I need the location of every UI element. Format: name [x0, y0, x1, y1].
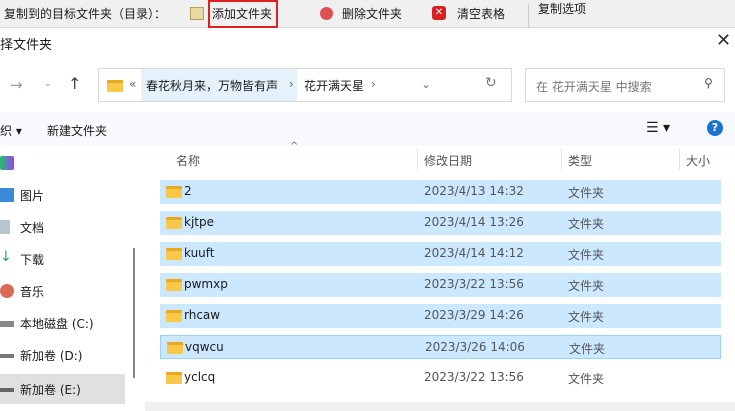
- nav-scrollbar[interactable]: [133, 248, 135, 378]
- file-row[interactable]: rhcaw 2023/3/29 14:26 文件夹: [160, 304, 721, 328]
- folder-icon: [166, 310, 182, 322]
- nav-item-drive-d[interactable]: 新加卷 (D:): [0, 342, 125, 368]
- search-icon: ⚲: [704, 76, 713, 90]
- folder-icon: [166, 279, 182, 291]
- app-logo-icon: [0, 156, 14, 170]
- file-name: rhcaw: [184, 308, 221, 322]
- file-type: 文件夹: [568, 186, 605, 200]
- drive-icon: [0, 321, 14, 327]
- new-folder-button[interactable]: 新建文件夹: [47, 122, 107, 139]
- file-type: 文件夹: [568, 310, 605, 324]
- nav-item-drive-c[interactable]: 本地磁盘 (C:): [0, 310, 125, 336]
- sort-arrow-icon: ^: [290, 141, 299, 152]
- file-type: 文件夹: [568, 279, 605, 293]
- file-row[interactable]: 2 2023/4/13 14:32 文件夹: [160, 180, 721, 204]
- documents-icon: [0, 220, 10, 234]
- file-date: 2023/4/13 14:32: [424, 184, 524, 198]
- command-bar: 织 ▾ 新建文件夹 ☰ ▾ ?: [0, 112, 735, 146]
- file-name: pwmxp: [184, 277, 228, 291]
- file-date: 2023/3/22 13:56: [424, 277, 524, 291]
- target-folder-label: 复制到的目标文件夹（目录）：: [4, 7, 167, 21]
- nav-item-downloads[interactable]: ↓ 下载: [0, 246, 125, 272]
- folder-icon: [166, 248, 182, 260]
- file-row[interactable]: pwmxp 2023/3/22 13:56 文件夹: [160, 273, 721, 297]
- file-name: yclcq: [184, 370, 216, 384]
- folder-icon: [166, 372, 182, 384]
- file-type: 文件夹: [569, 342, 606, 356]
- music-icon: [0, 284, 14, 298]
- folder-icon: [107, 80, 123, 92]
- file-name: kjtpe: [184, 215, 214, 229]
- recent-dropdown[interactable]: ⌄: [44, 79, 52, 89]
- file-row[interactable]: kjtpe 2023/4/14 13:26 文件夹: [160, 211, 721, 235]
- app-toolbar: 复制到的目标文件夹（目录）： 添加文件夹 删除文件夹 ✕ 清空表格 复制选项: [0, 0, 735, 28]
- file-type: 文件夹: [568, 217, 605, 231]
- file-name: vqwcu: [185, 340, 224, 354]
- organize-button[interactable]: 织 ▾: [0, 122, 22, 139]
- horizontal-scrollbar[interactable]: [145, 402, 735, 411]
- nav-item-drive-e[interactable]: 新加卷 (E:): [0, 374, 125, 404]
- pictures-icon: [0, 188, 14, 202]
- file-name: kuuft: [184, 246, 215, 260]
- address-dropdown[interactable]: ⌄: [421, 77, 431, 91]
- download-icon: ↓: [0, 249, 12, 265]
- add-folder-icon: [190, 7, 204, 20]
- column-size[interactable]: 大小: [686, 152, 710, 169]
- column-date[interactable]: 修改日期: [424, 152, 472, 169]
- delete-folder-button[interactable]: 删除文件夹: [342, 5, 402, 22]
- close-button[interactable]: ✕: [716, 30, 731, 51]
- file-name: 2: [184, 184, 192, 198]
- nav-item-pictures[interactable]: 图片: [0, 182, 125, 208]
- address-bar[interactable]: « 春花秋月来，万物皆有声 › 花开满天星 › ⌄ ↻: [98, 68, 512, 102]
- clear-icon: ✕: [432, 6, 446, 20]
- folder-icon: [167, 342, 183, 354]
- view-options-button[interactable]: ☰ ▾: [646, 120, 670, 136]
- drive-icon: [0, 354, 14, 358]
- copy-options-label: 复制选项: [538, 2, 587, 16]
- clear-table-button[interactable]: 清空表格: [457, 5, 505, 22]
- file-row[interactable]: kuuft 2023/4/14 14:12 文件夹: [160, 242, 721, 266]
- file-date: 2023/4/14 14:12: [424, 246, 524, 260]
- file-date: 2023/3/29 14:26: [424, 308, 524, 322]
- file-type: 文件夹: [568, 372, 605, 386]
- drive-icon: [0, 388, 14, 392]
- navigation-pane: 图片 文档 ↓ 下载 音乐 本地磁盘 (C:) 新加卷 (D:) 新加卷 (E:): [0, 148, 140, 411]
- file-type: 文件夹: [568, 248, 605, 262]
- file-date: 2023/4/14 13:26: [424, 215, 524, 229]
- nav-item-app[interactable]: [0, 150, 125, 176]
- search-box[interactable]: 在 花开满天星 中搜索 ⚲: [525, 68, 725, 102]
- folder-icon: [166, 186, 182, 198]
- forward-button[interactable]: →: [10, 76, 23, 94]
- breadcrumb-item[interactable]: 花开满天星: [304, 77, 364, 94]
- column-type[interactable]: 类型: [568, 152, 592, 169]
- refresh-button[interactable]: ↻: [485, 75, 497, 91]
- nav-item-music[interactable]: 音乐: [0, 278, 125, 304]
- overflow-chevron[interactable]: «: [129, 77, 136, 91]
- file-row[interactable]: yclcq 2023/3/22 13:56 文件夹: [160, 366, 721, 390]
- dialog-title: 择文件夹: [0, 38, 53, 53]
- folder-icon: [166, 217, 182, 229]
- column-name[interactable]: 名称: [176, 152, 200, 169]
- file-date: 2023/3/22 13:56: [424, 370, 524, 384]
- delete-icon: [320, 7, 333, 20]
- highlight-box: [208, 0, 278, 28]
- file-date: 2023/3/26 14:06: [425, 340, 525, 354]
- search-placeholder: 在 花开满天星 中搜索: [536, 80, 652, 94]
- nav-item-documents[interactable]: 文档: [0, 214, 125, 240]
- up-button[interactable]: ↑: [68, 74, 81, 93]
- breadcrumb-item[interactable]: 春花秋月来，万物皆有声: [146, 77, 278, 94]
- file-row[interactable]: vqwcu 2023/3/26 14:06 文件夹: [160, 335, 721, 359]
- select-folder-dialog: 择文件夹 ✕ → ⌄ ↑ « 春花秋月来，万物皆有声 › 花开满天星 › ⌄ ↻…: [0, 28, 735, 411]
- help-icon[interactable]: ?: [707, 120, 723, 136]
